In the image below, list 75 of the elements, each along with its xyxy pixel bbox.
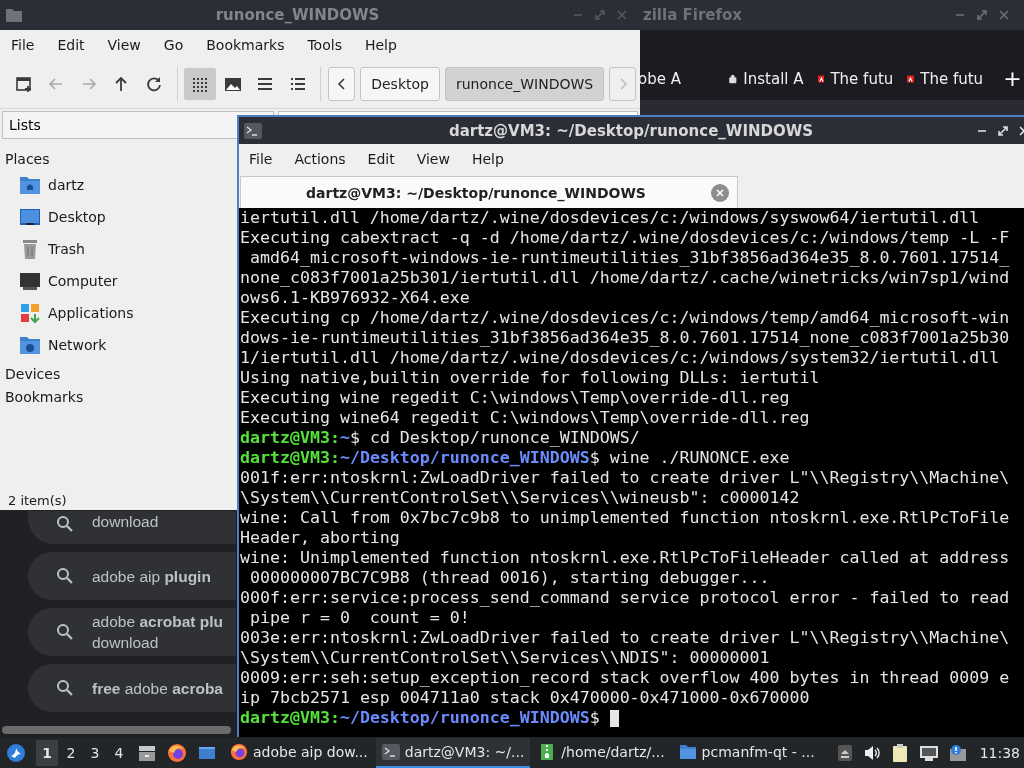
terminal-tab[interactable]: dartz@VM3: ~/Desktop/runonce_WINDOWS bbox=[240, 176, 738, 208]
terminal-line: amd64_microsoft-windows-ie-runtimeutilities_31bf3856ad364e35_8.0.7601.17514_ bbox=[249, 248, 1010, 268]
terminal-line: 1/iertutil.dll /home/dartz/.wine/dosdevices/c:/windows/system32/iertutil.dll bbox=[240, 348, 1000, 368]
terminal-line: ip 7bcb2571 esp 004711a0 stack 0x470000-0x471000-0x670000 bbox=[240, 688, 810, 708]
menu-item[interactable]: Go bbox=[163, 37, 184, 53]
search-suggestion[interactable]: free adobe acroba bbox=[28, 664, 236, 712]
menu-item[interactable]: Bookmarks bbox=[206, 37, 285, 53]
window-title: runonce_WINDOWS bbox=[214, 6, 381, 24]
window-title: zilla Firefox bbox=[643, 6, 743, 24]
menu-item[interactable]: File bbox=[249, 151, 273, 167]
window-title: dartz@VM3: ~/Desktop/runonce_WINDOWS bbox=[447, 121, 815, 140]
sidebar-item[interactable]: Desktop bbox=[0, 201, 236, 233]
terminal-line: iertutil.dll /home/dartz/.wine/dosdevices/c:/windows/syswow64/iertutil.dll bbox=[240, 208, 980, 228]
terminal-line: wine: Unimplemented function ntoskrnl.exe.RtlPcToFileHeader called at address bbox=[240, 548, 1010, 568]
taskbar-task[interactable]: adobe aip dow... bbox=[224, 738, 374, 768]
menu-item[interactable]: Help bbox=[364, 37, 397, 53]
menu-item[interactable]: Tools bbox=[307, 37, 342, 53]
path-button[interactable]: Desktop bbox=[360, 67, 440, 101]
terminal-line: Executing wine regedit C:\windows\Temp\override-dll.reg bbox=[240, 388, 790, 408]
terminal-line: \System\\CurrentControlSet\\Services\\NDIS": 00000001 bbox=[240, 648, 770, 668]
sidebar-item[interactable]: Computer bbox=[0, 265, 236, 297]
workspace-button[interactable]: 1 bbox=[36, 740, 58, 766]
taskbar-task[interactable]: pcmanfm-qt - ... bbox=[672, 738, 821, 768]
terminal-line: dartz@VM3:~/Desktop/runonce_WINDOWS$ bbox=[240, 708, 601, 728]
terminal-line: Executing wine64 regedit C:\windows\Temp\override-dll.reg bbox=[240, 408, 810, 428]
browser-tab[interactable]: Install A bbox=[727, 66, 804, 92]
terminal-line: Header, aborting bbox=[240, 528, 400, 548]
taskbar-task[interactable]: dartz@VM3: ~/... bbox=[375, 738, 531, 768]
search-suggestion[interactable]: download bbox=[28, 511, 236, 544]
sidebar-item[interactable]: Network bbox=[0, 329, 236, 361]
suggestion-text: adobe aip plugin bbox=[92, 566, 211, 587]
terminal-line: Executing cp /home/dartz/.wine/dosdevices/c:/windows/temp/amd64_microsoft-win bbox=[240, 308, 1010, 328]
menu-item[interactable]: View bbox=[416, 151, 450, 167]
suggestion-text: free adobe acroba bbox=[92, 678, 223, 699]
browser-tab[interactable]: The futu bbox=[907, 66, 984, 92]
taskbar-task[interactable]: /home/dartz/... bbox=[532, 738, 671, 768]
suggestion-text: download bbox=[92, 512, 159, 532]
terminal-line: ows6.1-KB976932-X64.exe bbox=[240, 288, 470, 308]
terminal-line: 0009:err:seh:setup_exception_record stack overflow 400 bytes in thread 0009 e bbox=[240, 668, 1010, 688]
sidebar-item[interactable]: Trash bbox=[0, 233, 236, 265]
search-suggestion[interactable]: adobe acrobat plu download bbox=[28, 608, 236, 656]
terminal-line: \System\\CurrentControlSet\\Services\\wineusb": c0000142 bbox=[240, 488, 800, 508]
new-tab-button[interactable]: + bbox=[1001, 66, 1024, 92]
workspace-button[interactable]: 4 bbox=[108, 740, 130, 766]
section-heading: Places bbox=[4, 150, 50, 169]
terminal-line: 003e:err:ntoskrnl:ZwLoadDriver failed to create driver L"\\Registry\\Machine\ bbox=[240, 628, 1010, 648]
menu-item[interactable]: Actions bbox=[294, 151, 346, 167]
terminal-line: Executing cabextract -q -d /home/dartz/.wine/dosdevices/c:/windows/temp -L -F bbox=[240, 228, 1010, 248]
browser-tab[interactable]: The futu bbox=[817, 66, 894, 92]
sidebar-item[interactable]: Applications bbox=[0, 297, 236, 329]
clock: 11:38 bbox=[979, 745, 1020, 761]
tab-label: dartz@VM3: ~/Desktop/runonce_WINDOWS bbox=[305, 184, 647, 201]
sidebar-item[interactable]: dartz bbox=[0, 169, 236, 201]
terminal-line: dartz@VM3:~$ cd Desktop/runonce_WINDOWS/ bbox=[240, 428, 640, 448]
menu-item[interactable]: Edit bbox=[367, 151, 395, 167]
terminal-line: 000f:err:service:process_send_command service protocol error - failed to read bbox=[240, 588, 1010, 608]
terminal-line: 000000007BC7C9B8 (thread 0016), starting debugger... bbox=[249, 568, 770, 588]
menu-item[interactable]: View bbox=[107, 37, 141, 53]
workspace-button[interactable]: 2 bbox=[60, 740, 82, 766]
terminal-line: dows-ie-runtimeutilities_31bf3856ad364e35_8.0.7601.17514_none_c083f7001a25b30 bbox=[240, 328, 1010, 348]
menu-item[interactable]: Edit bbox=[57, 37, 85, 53]
path-button[interactable]: runonce_WINDOWS bbox=[444, 67, 605, 101]
terminal-line: Using native,builtin override for following DLLs: iertutil bbox=[240, 368, 820, 388]
terminal-line: wine: Call from 0x7bc7c9b8 to unimplemented function ntoskrnl.exe.RtlPcToFile bbox=[240, 508, 1010, 528]
section-heading: Bookmarks bbox=[4, 388, 84, 407]
section-heading: Devices bbox=[4, 365, 61, 384]
terminal-line: pipe r = 0 count = 0! bbox=[249, 608, 470, 628]
workspace-button[interactable]: 3 bbox=[84, 740, 106, 766]
terminal-line: dartz@VM3:~/Desktop/runonce_WINDOWS$ wine ./RUNONCE.exe bbox=[240, 448, 790, 468]
menu-item[interactable]: Help bbox=[471, 151, 504, 167]
suggestion-text: adobe acrobat plu download bbox=[92, 612, 223, 653]
menu-item[interactable]: File bbox=[11, 37, 35, 53]
terminal-line: none_c083f7001a25b301/iertutil.dll /home/dartz/.cache/winetricks/win7sp1/wind bbox=[240, 268, 1010, 288]
search-suggestion[interactable]: adobe aip plugin bbox=[28, 552, 236, 600]
terminal-line: 001f:err:ntoskrnl:ZwLoadDriver failed to create driver L"\\Registry\\Machine\ bbox=[240, 468, 1010, 488]
